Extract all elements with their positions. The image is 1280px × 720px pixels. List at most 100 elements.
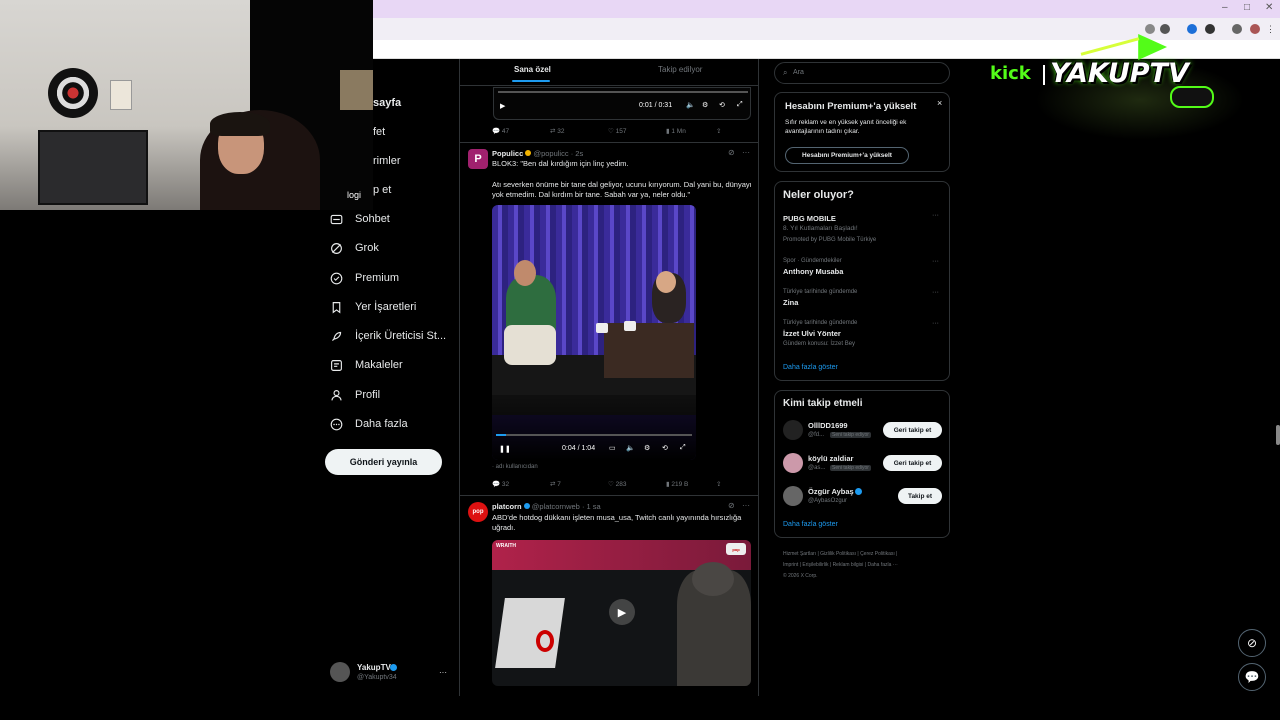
follow-back-button[interactable]: Geri takip et xyxy=(883,422,942,438)
grok-icon[interactable]: ⊘ xyxy=(728,148,735,157)
footer-link[interactable]: Imprint xyxy=(783,562,798,568)
avatar[interactable] xyxy=(330,662,350,682)
video-player[interactable]: ▶ 0:01 / 0:31 🔈 ⚙ ⟲ ⤢ xyxy=(493,87,751,120)
tweet-time[interactable]: · 1 sa xyxy=(582,502,601,511)
footer-link[interactable]: Reklam bilgisi xyxy=(833,562,864,568)
close-icon[interactable]: × xyxy=(937,98,942,108)
premium-upgrade-button[interactable]: Hesabını Premium+'a yükselt xyxy=(785,147,909,164)
follow-back-button[interactable]: Geri takip et xyxy=(883,455,942,471)
avatar[interactable] xyxy=(783,486,803,506)
tweet-time[interactable]: · 2s xyxy=(571,149,584,158)
video-progress[interactable] xyxy=(498,91,748,93)
footer-link[interactable]: Daha fazla ··· xyxy=(867,562,897,568)
trend-more-icon[interactable]: ··· xyxy=(932,258,939,265)
user-name[interactable]: Özgür Aybaş xyxy=(808,487,854,496)
user-name[interactable]: köylü zaldiar xyxy=(808,454,853,463)
fullscreen-icon[interactable]: ⤢ xyxy=(680,444,686,452)
messages-icon[interactable]: 💬 xyxy=(1238,663,1266,691)
sidebar-item-chat[interactable]: Sohbet xyxy=(330,208,390,230)
browser-menu-icon[interactable]: ⋮ xyxy=(1266,24,1275,35)
video-player[interactable]: ❚❚ 0:04 / 1:04 ▭ 🔈 ⚙ ⟲ ⤢ xyxy=(492,205,696,460)
trend-name[interactable]: Anthony Musaba xyxy=(783,267,843,276)
loop-icon[interactable]: ⟲ xyxy=(662,444,668,452)
tab-for-you[interactable]: Sana özel xyxy=(514,65,551,74)
retweet-button[interactable]: ⇄ 7 xyxy=(550,480,608,488)
play-icon[interactable]: ▶ xyxy=(500,102,505,110)
close-window-button[interactable]: ✕ xyxy=(1265,2,1273,13)
user-name[interactable]: OlllDD1699 xyxy=(808,421,848,430)
reply-button[interactable]: 💬 47 xyxy=(492,127,550,135)
more-icon[interactable]: ··· xyxy=(742,501,750,510)
search-input[interactable]: ⌕ Ara xyxy=(774,62,950,84)
grok-icon[interactable]: ⊘ xyxy=(1238,629,1266,657)
trend-name[interactable]: Zina xyxy=(783,298,798,307)
trend-more-icon[interactable]: ··· xyxy=(932,212,939,219)
pause-icon[interactable]: ❚❚ xyxy=(499,445,511,453)
like-button[interactable]: ♡ 283 xyxy=(608,480,666,488)
tab-following[interactable]: Takip edilyor xyxy=(658,65,702,74)
reply-button[interactable]: 💬 32 xyxy=(492,480,550,488)
trend-more-icon[interactable]: ··· xyxy=(932,289,939,296)
sidebar-item-notifications-partial[interactable]: rimler xyxy=(373,155,401,167)
sidebar-item-home-partial[interactable]: sayfa xyxy=(373,97,401,109)
sidebar-item-profile[interactable]: Profil xyxy=(330,384,380,406)
captions-icon[interactable]: ▭ xyxy=(609,444,616,452)
more-icon[interactable]: ··· xyxy=(742,148,750,157)
sidebar-item-premium[interactable]: Premium xyxy=(330,267,399,289)
settings-icon[interactable]: ⚙ xyxy=(702,101,708,109)
footer-link[interactable]: Çerez Politikası xyxy=(860,551,895,557)
extension-icon[interactable] xyxy=(1145,24,1155,34)
video-progress[interactable] xyxy=(496,434,692,436)
trend-category: Spor · Gündemdekiler xyxy=(783,258,842,264)
minimize-button[interactable]: – xyxy=(1222,2,1228,13)
trend-more-icon[interactable]: ··· xyxy=(932,320,939,327)
settings-icon[interactable]: ⚙ xyxy=(644,444,650,452)
scrollbar-thumb[interactable] xyxy=(1276,425,1280,445)
footer-link[interactable]: Erişilebilirlik xyxy=(802,562,828,568)
sidebar-item-creator-studio[interactable]: İçerik Üreticisi St... xyxy=(330,325,446,347)
trend-name[interactable]: İzzet Ulvi Yönter xyxy=(783,329,841,338)
views-count[interactable]: ▮ 1 Mn xyxy=(666,127,716,135)
show-more-link[interactable]: Daha fazla göster xyxy=(783,521,838,528)
avatar-icon[interactable] xyxy=(1250,24,1260,34)
footer-link[interactable]: Gizlilik Politikası xyxy=(820,551,856,557)
sidebar-item-follow-partial[interactable]: p et xyxy=(373,184,391,196)
avatar[interactable]: pop xyxy=(468,502,488,522)
volume-icon[interactable]: 🔈 xyxy=(626,444,635,452)
author-name[interactable]: platcorn xyxy=(492,502,522,511)
sidebar-item-explore-partial[interactable]: fet xyxy=(373,126,385,138)
views-count[interactable]: ▮ 219 B xyxy=(666,480,716,488)
wall-frame xyxy=(340,70,373,110)
share-icon[interactable]: ⇪ xyxy=(716,127,721,135)
sidebar-item-grok[interactable]: Grok xyxy=(330,237,379,259)
loop-icon[interactable]: ⟲ xyxy=(719,101,725,109)
post-button[interactable]: Gönderi yayınla xyxy=(325,449,442,475)
author-name[interactable]: Populicc xyxy=(492,149,523,158)
trend-name[interactable]: PUBG MOBILE xyxy=(783,214,836,223)
sidebar-item-more[interactable]: Daha fazla xyxy=(330,413,408,435)
video-thumbnail[interactable]: WRAITH pop ▶ xyxy=(492,540,751,686)
avatar[interactable] xyxy=(783,453,803,473)
avatar[interactable] xyxy=(783,420,803,440)
footer-link[interactable]: Hizmet Şartları xyxy=(783,551,816,557)
downloads-icon[interactable] xyxy=(1232,24,1242,34)
puzzle-icon[interactable] xyxy=(1205,24,1215,34)
volume-icon[interactable]: 🔈 xyxy=(686,101,695,109)
play-icon[interactable]: ▶ xyxy=(609,599,635,625)
retweet-button[interactable]: ⇄ 32 xyxy=(550,127,608,135)
author-handle[interactable]: @platcornweb xyxy=(532,502,580,511)
sidebar-item-articles[interactable]: Makaleler xyxy=(330,354,403,376)
profile-extension-icon[interactable] xyxy=(1187,24,1197,34)
maximize-button[interactable]: □ xyxy=(1244,2,1250,13)
share-icon[interactable]: ⇪ xyxy=(716,480,721,488)
show-more-link[interactable]: Daha fazla göster xyxy=(783,364,838,371)
avatar[interactable]: P xyxy=(468,149,488,169)
fullscreen-icon[interactable]: ⤢ xyxy=(737,101,743,109)
like-button[interactable]: ♡ 157 xyxy=(608,127,666,135)
follow-button[interactable]: Takip et xyxy=(898,488,942,504)
grok-icon[interactable]: ⊘ xyxy=(728,501,735,510)
star-icon[interactable] xyxy=(1160,24,1170,34)
author-handle[interactable]: @populicc xyxy=(533,149,568,158)
account-more-icon[interactable]: ··· xyxy=(439,668,447,677)
sidebar-item-bookmarks[interactable]: Yer İşaretleri xyxy=(330,296,416,318)
